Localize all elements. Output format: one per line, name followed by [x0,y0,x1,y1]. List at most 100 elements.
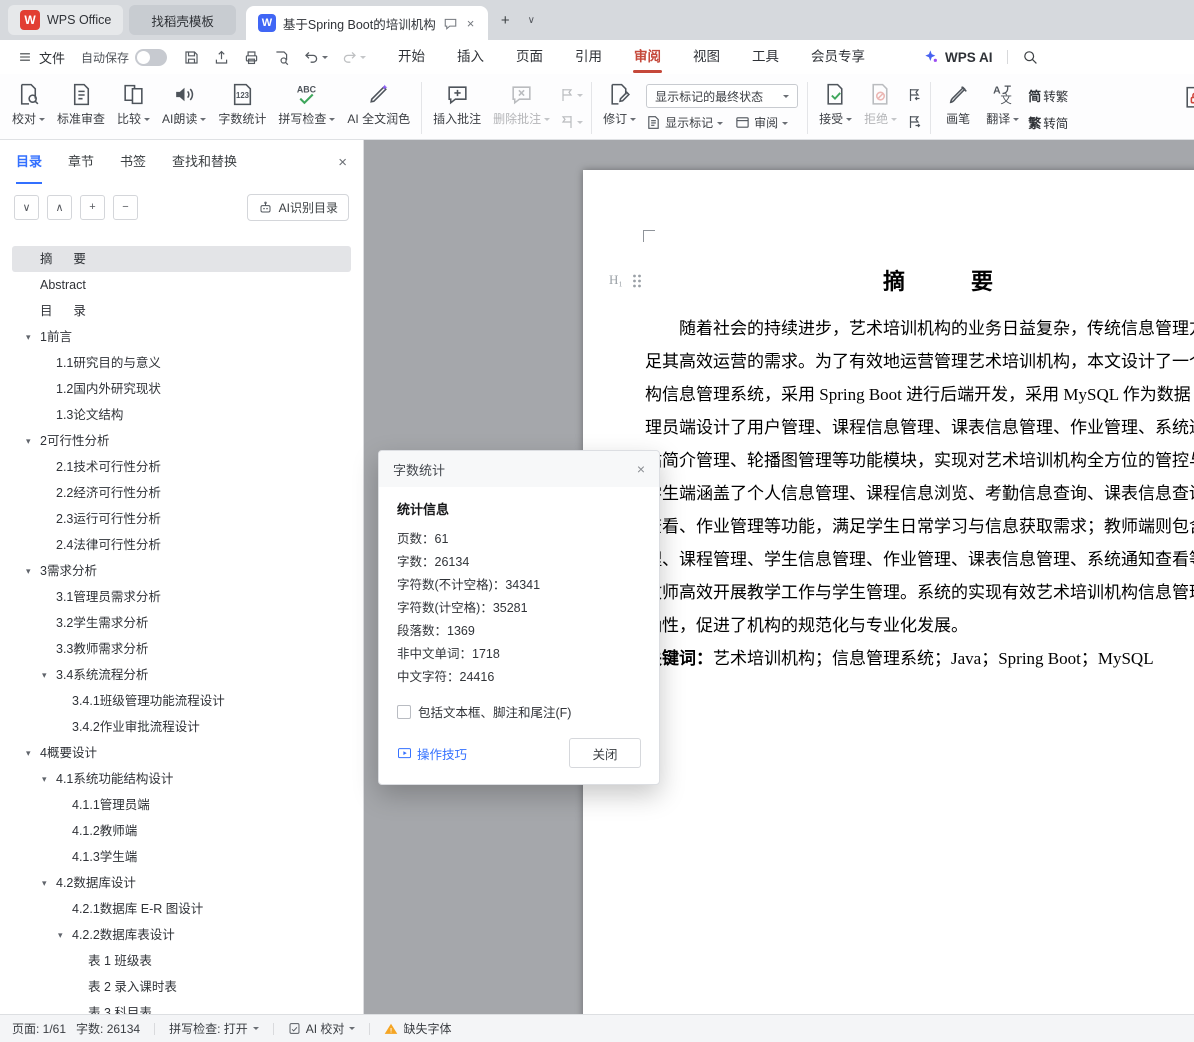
include-textbox-checkbox-row[interactable]: 包括文本框、脚注和尾注(F) [397,702,641,721]
toc-item[interactable]: Abstract [12,272,351,298]
print-icon[interactable] [243,49,260,66]
toc-item[interactable]: 1.2国内外研究现状 [12,376,351,402]
spell-check-button[interactable]: ABC 拼写检查 [272,79,341,130]
tab-close-icon[interactable]: × [465,16,477,31]
tab-docer-templates[interactable]: 找稻壳模板 [129,5,236,35]
document-page[interactable]: H₁ 摘 要 随着社会的持续进步，艺术培训机构的业务日益复杂，传统信息管理方 足其… [583,170,1194,1014]
simplified-to-traditional-button[interactable]: 简 转繁 [1025,84,1071,106]
markup-state-select[interactable]: 显示标记的最终状态 [646,84,799,108]
status-spellcheck[interactable]: 拼写检查: 打开 [169,1020,259,1037]
restrict-edit-button-clipped[interactable] [1172,82,1194,113]
redo-icon[interactable] [341,49,367,66]
previous-change-button[interactable] [903,84,925,106]
menu-开始[interactable]: 开始 [382,40,441,74]
toc-expand-arrow-icon[interactable]: ▾ [42,766,47,792]
toc-item[interactable]: 2.4法律可行性分析 [12,532,351,558]
proofread-button[interactable]: 校对 [6,79,51,130]
toc-item[interactable]: 1.3论文结构 [12,402,351,428]
toc-item[interactable]: ▾ 2可行性分析 [12,428,351,454]
toc-expand-arrow-icon[interactable]: ▾ [26,740,31,766]
toc-item[interactable]: 表 2 录入课时表 [12,974,351,1000]
search-icon[interactable] [1022,49,1038,65]
sidebar-tab-bookmarks[interactable]: 书签 [120,140,146,184]
toc-item[interactable]: 表 3 科目表 [12,1000,351,1014]
toc-expand-arrow-icon[interactable]: ▾ [42,662,47,688]
export-icon[interactable] [213,49,230,66]
tab-document[interactable]: W 基于Spring Boot的培训机构 × [245,6,489,40]
include-textbox-checkbox[interactable] [397,704,411,719]
pen-button[interactable]: 画笔 [936,79,980,130]
accept-button[interactable]: 接受 [813,79,858,130]
toc-item[interactable]: 4.2.1数据库 E-R 图设计 [12,896,351,922]
reject-button[interactable]: 拒绝 [858,79,903,130]
toc-item[interactable]: 4.1.1管理员端 [12,792,351,818]
tips-link[interactable]: 操作技巧 [397,744,467,763]
sidebar-tab-chapters[interactable]: 章节 [68,140,94,184]
ai-read-button[interactable]: AI朗读 [156,79,212,130]
insert-comment-button[interactable]: 插入批注 [427,79,487,130]
translate-button[interactable]: A文 翻译 [980,79,1025,130]
toc-item[interactable]: ▾ 4.2数据库设计 [12,870,351,896]
menu-视图[interactable]: 视图 [677,40,736,74]
toc-item[interactable]: 2.1技术可行性分析 [12,454,351,480]
undo-caret-icon[interactable] [322,56,329,62]
toc-item[interactable]: ▾ 1前言 [12,324,351,350]
zoom-in-outline-button[interactable]: + [80,194,105,220]
wps-ai-menu[interactable]: WPS AI [923,49,993,65]
ai-polish-button[interactable]: AI 全文润色 [341,79,416,130]
menu-页面[interactable]: 页面 [500,40,559,74]
dialog-close-button[interactable]: 关闭 [569,738,641,768]
toc-expand-arrow-icon[interactable]: ▾ [26,558,31,584]
toc-item[interactable]: 4.1.3学生端 [12,844,351,870]
toc-item[interactable]: ▾ 3.4系统流程分析 [12,662,351,688]
toc-item[interactable]: 4.1.2教师端 [12,818,351,844]
tab-wps-home[interactable]: W WPS Office [8,5,124,35]
toc-expand-arrow-icon[interactable]: ▾ [42,870,47,896]
dialog-close-icon[interactable]: × [637,461,645,477]
menu-工具[interactable]: 工具 [736,40,795,74]
sidebar-tab-contents[interactable]: 目录 [16,140,43,184]
toc-item[interactable]: 表 1 班级表 [12,948,351,974]
track-changes-button[interactable]: 修订 [597,79,642,130]
delete-comment-button[interactable]: 删除批注 [487,79,556,130]
standard-review-button[interactable]: 标准审查 [51,79,111,130]
toc-item[interactable]: 摘 要 [12,246,351,272]
menu-会员专享[interactable]: 会员专享 [795,40,881,74]
new-tab-button[interactable]: + [492,7,518,33]
undo-icon[interactable] [303,49,329,66]
word-count-button[interactable]: 123 字数统计 [212,79,272,130]
tab-list-chevron-icon[interactable]: ∨ [522,7,540,33]
toc-item[interactable]: 3.3教师需求分析 [12,636,351,662]
traditional-to-simplified-button[interactable]: 繁 转简 [1025,111,1071,133]
dialog-titlebar[interactable]: 字数统计 × [379,451,659,487]
ai-recognize-toc-button[interactable]: AI识别目录 [246,193,349,221]
save-icon[interactable] [183,49,200,66]
toc-item[interactable]: 2.3运行可行性分析 [12,506,351,532]
tab-comment-icon[interactable] [443,16,458,31]
toc-item[interactable]: 3.4.2作业审批流程设计 [12,714,351,740]
toc-item[interactable]: 目 录 [12,298,351,324]
previous-comment-button[interactable] [556,84,586,106]
show-markup-button[interactable]: 显示标记 [646,114,724,131]
toc-item[interactable]: ▾ 3需求分析 [12,558,351,584]
expand-all-button[interactable]: ∧ [47,194,72,220]
next-comment-button[interactable] [556,111,586,133]
toc-expand-arrow-icon[interactable]: ▾ [26,428,31,454]
toc-item[interactable]: 3.2学生需求分析 [12,610,351,636]
menu-引用[interactable]: 引用 [559,40,618,74]
review-pane-button[interactable]: 审阅 [735,114,789,131]
compare-button[interactable]: 比较 [111,79,156,130]
redo-caret-icon[interactable] [360,56,367,62]
toc-item[interactable]: ▾ 4.1系统功能结构设计 [12,766,351,792]
toc-item[interactable]: 1.1研究目的与意义 [12,350,351,376]
menu-插入[interactable]: 插入 [441,40,500,74]
status-missing-font[interactable]: ! 缺失字体 [384,1020,451,1037]
toc-item[interactable]: 2.2经济可行性分析 [12,480,351,506]
sidebar-close-icon[interactable]: × [338,154,347,171]
toc-item[interactable]: ▾ 4.2.2数据库表设计 [12,922,351,948]
next-change-button[interactable] [903,111,925,133]
status-word-count[interactable]: 字数: 26134 [76,1020,140,1037]
toc-item[interactable]: ▾ 4概要设计 [12,740,351,766]
autosave-toggle[interactable] [135,48,168,66]
print-preview-icon[interactable] [273,49,290,66]
